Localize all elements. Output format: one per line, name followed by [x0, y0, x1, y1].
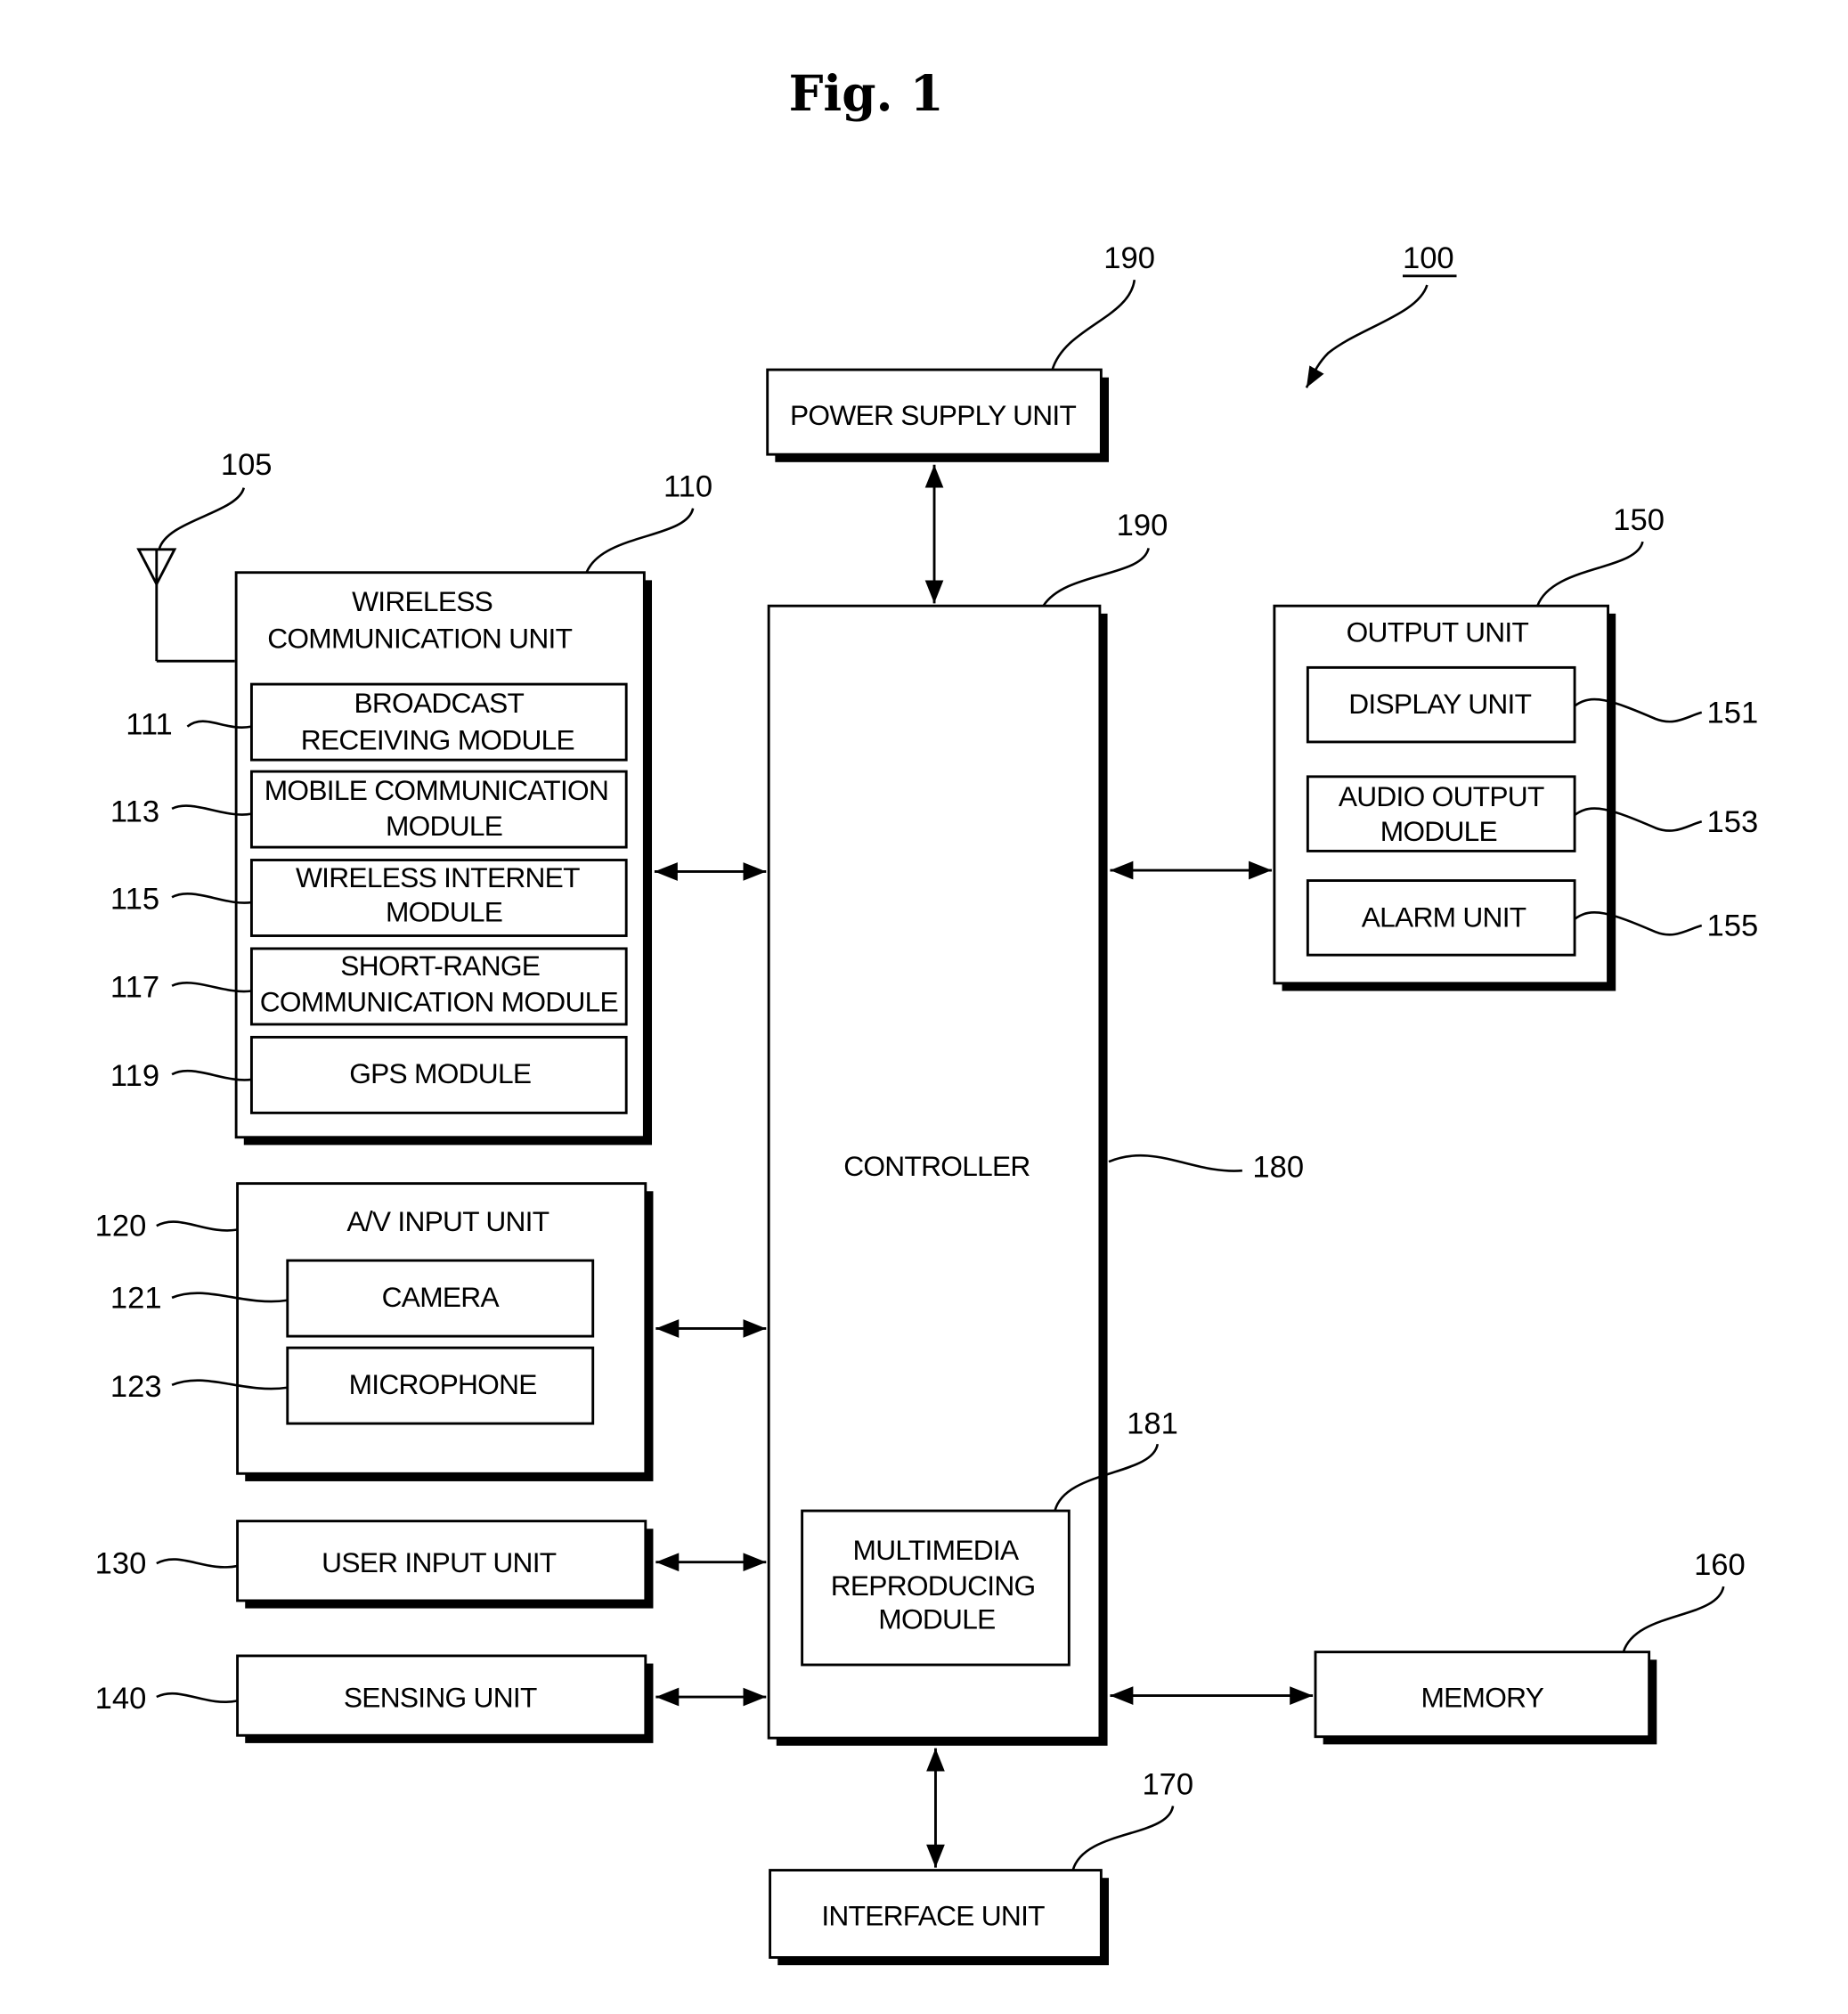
wireless-internet-module: WIRELESS INTERNET MODULE [249, 859, 628, 937]
wireless-internet-line-1: WIRELESS INTERNET [296, 861, 580, 893]
multimedia-reproducing-module: MULTIMEDIA REPRODUCING MODULE [801, 1509, 1071, 1667]
alarm-unit-module: ALARM UNIT [1306, 879, 1576, 957]
antenna-icon [136, 548, 235, 663]
mobile-comm-line-2: MODULE [386, 810, 502, 842]
alarm-unit-ref: 155 [1706, 909, 1758, 943]
broadcast-receiving-module: BROADCAST RECEIVING MODULE [249, 682, 628, 762]
memory-label: MEMORY [1421, 1682, 1543, 1714]
wireless-ref: 110 [663, 470, 712, 504]
camera-module: CAMERA [286, 1259, 595, 1338]
controller-side-leader [1108, 1154, 1242, 1172]
interface-ref: 170 [1142, 1768, 1193, 1802]
camera-ref: 121 [110, 1281, 162, 1315]
interface-leader [1071, 1806, 1175, 1871]
power-supply-unit: POWER SUPPLY UNIT [766, 368, 1109, 462]
antenna-ref: 105 [221, 448, 273, 482]
mobile-communication-module: MOBILE COMMUNICATION MODULE [249, 770, 628, 849]
output-ref: 150 [1613, 503, 1665, 537]
wireless-internet-line-2: MODULE [386, 896, 502, 928]
memory-ref: 160 [1694, 1548, 1746, 1582]
block-diagram: Fig. 1 100 POWER SUPPLY UNIT 190 CONTROL… [95, 65, 1758, 1966]
short-range-line-2: COMMUNICATION MODULE [260, 986, 618, 1018]
memory-leader [1622, 1586, 1725, 1652]
microphone-module: MICROPHONE [286, 1346, 595, 1425]
av-input-leader [156, 1220, 238, 1232]
controller-side-ref: 180 [1252, 1150, 1304, 1184]
wireless-title-line-1: WIRELESS [352, 585, 493, 617]
device-ref-label: 100 [1403, 241, 1454, 275]
figure-title: Fig. 1 [789, 65, 944, 122]
broadcast-ref: 111 [126, 707, 173, 741]
audio-output-line-2: MODULE [1380, 815, 1497, 847]
interface-unit: INTERFACE UNIT [769, 1869, 1109, 1966]
audio-output-ref: 153 [1706, 805, 1758, 839]
antenna-leader [158, 487, 246, 550]
user-input-unit: USER INPUT UNIT [236, 1520, 654, 1609]
multimedia-ref: 181 [1127, 1407, 1178, 1441]
display-unit-label: DISPLAY UNIT [1348, 688, 1531, 720]
broadcast-line-1: BROADCAST [354, 687, 524, 719]
short-range-line-1: SHORT-RANGE [340, 950, 540, 982]
output-label: OUTPUT UNIT [1347, 616, 1529, 648]
user-input-leader [156, 1558, 238, 1569]
broadcast-line-2: RECEIVING MODULE [301, 724, 574, 756]
short-range-ref: 117 [110, 971, 159, 1005]
multimedia-line-1: MULTIMEDIA [853, 1534, 1020, 1566]
mobile-comm-ref: 113 [110, 795, 159, 828]
interface-label: INTERFACE UNIT [821, 1900, 1045, 1932]
user-input-label: USER INPUT UNIT [322, 1546, 557, 1578]
power-supply-ref: 190 [1103, 241, 1155, 275]
gps-label: GPS MODULE [349, 1057, 531, 1089]
display-unit-module: DISPLAY UNIT [1306, 665, 1576, 744]
sensing-unit: SENSING UNIT [236, 1654, 654, 1743]
user-input-ref: 130 [95, 1547, 147, 1581]
wireless-internet-ref: 115 [110, 882, 159, 916]
sensing-ref: 140 [95, 1682, 147, 1716]
multimedia-line-2: REPRODUCING [831, 1570, 1036, 1602]
device-ref-arrow [1305, 284, 1429, 388]
short-range-communication-module: SHORT-RANGE COMMUNICATION MODULE [249, 947, 628, 1026]
display-unit-ref: 151 [1706, 696, 1758, 730]
camera-label: CAMERA [382, 1281, 501, 1313]
mobile-comm-line-1: MOBILE COMMUNICATION [265, 774, 608, 806]
alarm-unit-label: ALARM UNIT [1362, 901, 1526, 933]
gps-module: GPS MODULE [249, 1035, 628, 1114]
output-leader [1536, 541, 1644, 607]
gps-ref: 119 [110, 1059, 159, 1093]
sensing-leader [156, 1692, 238, 1703]
controller-label: CONTROLLER [843, 1150, 1030, 1182]
av-input-ref: 120 [95, 1210, 147, 1243]
microphone-label: MICROPHONE [349, 1368, 537, 1400]
av-input-label: A/V INPUT UNIT [346, 1205, 549, 1237]
controller-top-leader [1042, 547, 1150, 607]
sensing-label: SENSING UNIT [344, 1682, 537, 1714]
power-supply-label: POWER SUPPLY UNIT [790, 399, 1076, 431]
multimedia-line-3: MODULE [878, 1603, 995, 1635]
controller-top-ref: 190 [1117, 509, 1168, 542]
microphone-ref: 123 [110, 1370, 162, 1404]
power-supply-leader [1051, 279, 1136, 371]
audio-output-line-1: AUDIO OUTPUT [1339, 780, 1544, 812]
audio-output-module: AUDIO OUTPUT MODULE [1306, 775, 1576, 852]
wireless-title-line-2: COMMUNICATION UNIT [267, 623, 572, 655]
memory-unit: MEMORY [1314, 1651, 1657, 1745]
wireless-leader [585, 508, 695, 574]
